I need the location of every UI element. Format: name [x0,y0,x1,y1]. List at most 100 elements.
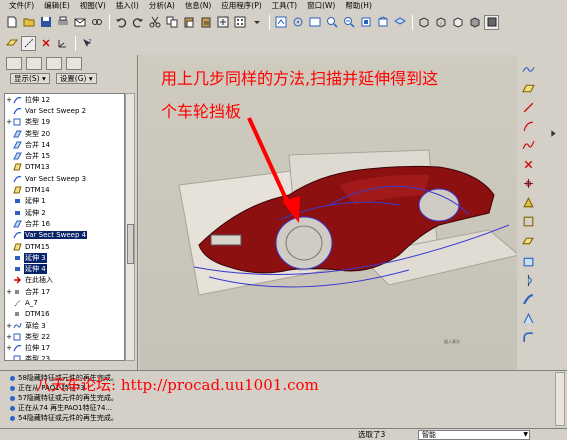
menu-analysis[interactable]: 分析(A) [144,0,180,12]
shading-icon[interactable] [467,15,482,30]
orient-icon[interactable] [307,15,322,30]
expand-toggle-icon[interactable]: + [5,96,13,104]
find-icon[interactable] [232,15,247,30]
zoom-out-icon[interactable] [341,15,356,30]
tree-item[interactable]: Var Sect Sweep 3 [5,173,124,184]
saved-views-icon[interactable] [375,15,390,30]
undo-icon[interactable] [113,15,128,30]
zoom-in-icon[interactable] [324,15,339,30]
expand-toggle-icon[interactable]: + [5,288,13,296]
spline-tool-icon[interactable] [520,137,537,154]
menu-insert[interactable]: 插入(I) [111,0,144,12]
tree-item[interactable]: 合并 16 [5,218,124,229]
tree-item[interactable]: 类型 23 [5,354,124,360]
expand-toggle-icon[interactable]: + [5,333,13,341]
copy-icon[interactable] [164,15,179,30]
mirror-tool-icon[interactable] [520,213,537,230]
link-icon[interactable] [89,15,104,30]
model-tree-tab[interactable] [6,56,22,70]
web-tab[interactable] [66,56,82,70]
expand-toggle-icon[interactable]: + [5,118,13,126]
tree-scrollbar[interactable] [125,93,135,361]
tree-item[interactable]: + 类型 22 [5,331,124,342]
show-dropdown[interactable]: 显示(S) ▾ [10,72,50,84]
tree-item[interactable]: + 合并 17 [5,286,124,297]
tree-item[interactable]: 延伸 3 [5,252,124,263]
expand-toggle-icon[interactable]: + [5,344,13,352]
tree-item[interactable]: + 拉伸 17 [5,343,124,354]
tree-item[interactable]: + 拉伸 12 [5,94,124,105]
datum-plane-tool-icon[interactable] [520,80,537,97]
coord-sys-icon[interactable] [55,36,70,51]
new-file-icon[interactable] [4,15,19,30]
email-icon[interactable] [72,15,87,30]
menu-tools[interactable]: 工具(T) [267,0,302,12]
message-scrollbar[interactable] [555,372,565,426]
graphics-viewport[interactable]: 插入表头 用上几步同样的方法,扫描并延伸得到这 个车轮挡板 [139,55,517,370]
menu-help[interactable]: 帮助(H) [340,0,377,12]
datum-axis-icon[interactable] [21,35,36,51]
tree-item[interactable]: Var Sect Sweep 4 [5,230,124,241]
axis-tool-icon[interactable] [520,99,537,116]
analysis-tool-icon[interactable] [520,194,537,211]
tree-item[interactable]: DTM15 [5,241,124,252]
open-folder-icon[interactable] [21,15,36,30]
sketch-tool-icon[interactable] [520,61,537,78]
tree-item[interactable]: DTM16 [5,309,124,320]
selection-filter[interactable]: 智能 ▼ [418,430,530,440]
menu-applications[interactable]: 应用程序(P) [216,0,266,12]
tree-item[interactable]: Var Sect Sweep 2 [5,105,124,116]
tree-item[interactable]: 延伸 1 [5,196,124,207]
datum-plane-icon[interactable] [4,36,19,51]
repaint-icon[interactable] [273,15,288,30]
tree-item[interactable]: + 草绘 3 [5,320,124,331]
print-icon[interactable] [55,15,70,30]
paste-icon[interactable] [181,15,196,30]
hidden-line-icon[interactable] [433,15,448,30]
wireframe-icon[interactable] [416,15,431,30]
tree-item[interactable]: DTM14 [5,184,124,195]
blend-tool-icon[interactable] [520,310,537,327]
menu-file[interactable]: 文件(F) [4,0,39,12]
merge-tool-icon[interactable] [520,233,537,250]
tree-item[interactable]: 延伸 2 [5,207,124,218]
regenerate-icon[interactable] [215,15,230,30]
no-hidden-icon[interactable] [450,15,465,30]
datum-point-icon[interactable] [38,36,53,51]
extrude-tool-icon[interactable] [520,253,537,270]
dropdown-arrow-icon[interactable] [249,15,264,30]
round-tool-icon[interactable] [520,329,537,346]
tree-item[interactable]: 合并 14 [5,139,124,150]
menu-view[interactable]: 视图(V) [75,0,111,12]
folder-browser-tab[interactable] [26,56,42,70]
scrollbar-thumb[interactable] [127,224,134,264]
tree-item[interactable]: DTM13 [5,162,124,173]
cut-icon[interactable] [147,15,162,30]
tree-item[interactable]: + 类型 19 [5,117,124,128]
layers-icon[interactable] [392,15,407,30]
menu-edit[interactable]: 编辑(E) [39,0,75,12]
sweep-tool-icon[interactable] [520,291,537,308]
csys-tool-icon[interactable] [520,175,537,192]
expand-toggle-icon[interactable]: + [5,322,13,330]
save-icon[interactable] [38,15,53,30]
redo-icon[interactable] [130,15,145,30]
paste-special-icon[interactable] [198,15,213,30]
menu-info[interactable]: 信息(N) [180,0,216,12]
shaded-edges-icon[interactable] [484,14,499,30]
tree-item[interactable]: 延伸 4 [5,263,124,275]
flyout-arrow-icon[interactable] [545,125,562,142]
menu-window[interactable]: 窗口(W) [302,0,340,12]
spin-center-icon[interactable] [290,15,305,30]
favorites-tab[interactable] [46,56,62,70]
revolve-tool-icon[interactable] [520,272,537,289]
point-tool-icon[interactable] [520,156,537,173]
tree-item[interactable]: 类型 20 [5,128,124,139]
tree-item[interactable]: A_7 [5,297,124,308]
tree-item[interactable]: 在此插入 [5,275,124,286]
refit-icon[interactable] [358,15,373,30]
tree-item[interactable]: 合并 15 [5,150,124,161]
curve-tool-icon[interactable] [520,118,537,135]
context-help-icon[interactable]: ? [79,36,94,51]
settings-dropdown[interactable]: 设置(G) ▾ [55,72,97,84]
